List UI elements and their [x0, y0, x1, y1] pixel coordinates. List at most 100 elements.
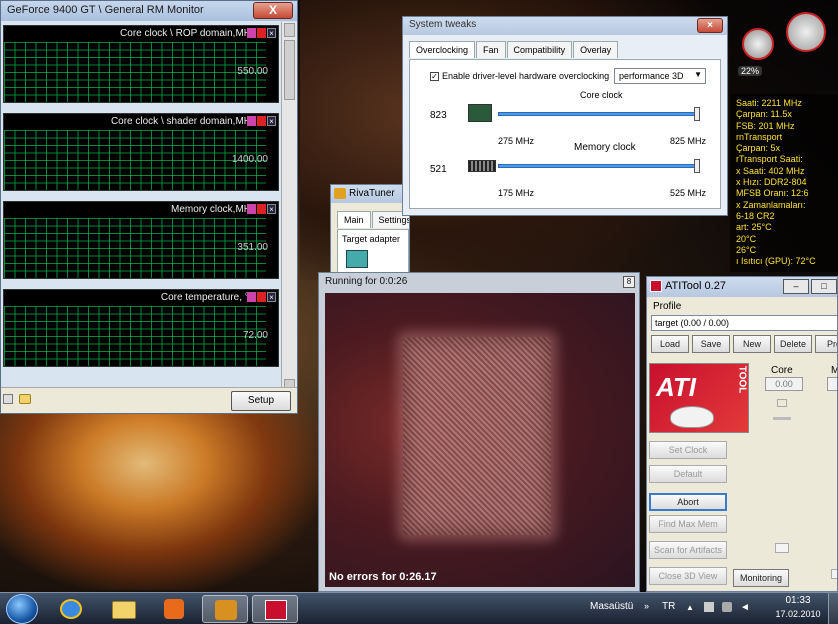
fur-cube — [403, 337, 551, 535]
target-adapter-label: Target adapter — [342, 234, 401, 244]
taskbar-media-player[interactable] — [150, 595, 196, 623]
new-button[interactable]: New — [733, 335, 771, 353]
overclocking-panel: ✓ Enable driver-level hardware overclock… — [409, 59, 721, 209]
atitool-icon — [650, 280, 662, 292]
memory-clock-min: 175 MHz — [498, 188, 535, 198]
scroll-arrow-icon[interactable] — [831, 569, 837, 579]
info-line: rTransport Saati: — [736, 154, 803, 165]
cpu-gauge-gadget: 22% — [736, 10, 832, 80]
show-desktop-button[interactable] — [828, 593, 838, 624]
minimize-button[interactable]: – — [783, 279, 809, 294]
info-line: x Saati: 402 MHz — [736, 165, 805, 176]
clock-date[interactable]: 17.02.2010 — [770, 609, 826, 619]
tab-fan[interactable]: Fan — [476, 41, 506, 58]
load-button[interactable]: Load — [651, 335, 689, 353]
gauge-dial-icon — [786, 12, 826, 52]
folder-icon — [112, 601, 136, 619]
gauge-dial-icon — [742, 28, 774, 60]
close-button[interactable]: × — [697, 18, 723, 33]
tab-compatibility[interactable]: Compatibility — [506, 41, 573, 58]
tab-main[interactable]: Main — [337, 211, 371, 228]
save-icon[interactable] — [3, 394, 13, 404]
start-button[interactable] — [6, 594, 38, 624]
graph-core-clock-shader: Core clock \ shader domain,MHz 1400.00 × — [3, 113, 279, 191]
core-clock-slider[interactable] — [498, 112, 700, 116]
save-button[interactable]: Save — [692, 335, 730, 353]
scroll-up-arrow[interactable] — [284, 23, 295, 37]
enable-overclocking-label: Enable driver-level hardware overclockin… — [442, 71, 610, 81]
rivatuner-icon — [215, 600, 237, 620]
core-clock-slider-thumb[interactable] — [694, 107, 700, 121]
scan-artifacts-button[interactable]: Scan for Artifacts — [649, 541, 727, 559]
monitoring-button[interactable]: Monitoring — [733, 569, 789, 587]
close-icon[interactable]: × — [267, 116, 276, 126]
core-value[interactable]: 0.00 — [765, 377, 803, 391]
close-button[interactable]: X — [253, 2, 293, 19]
abort-button[interactable]: Abort — [649, 493, 727, 511]
log-icon[interactable] — [257, 204, 266, 214]
profile-field[interactable]: target (0.00 / 0.00) — [651, 315, 837, 331]
taskbar-internet-explorer[interactable] — [48, 595, 94, 623]
tab-overclocking[interactable]: Overclocking — [409, 41, 476, 58]
enable-overclocking-checkbox[interactable]: ✓ — [430, 72, 439, 81]
graph-value: 72.00 — [242, 330, 268, 341]
core-slider-handle[interactable] — [777, 399, 787, 407]
log-icon[interactable] — [257, 116, 266, 126]
desktop-toolbar-label[interactable]: Masaüstü — [590, 601, 633, 612]
taskbar: Masaüstü » TR ▲ ◄ 01:33 17.02.2010 — [0, 592, 838, 624]
gpu-monitor-toolbar: Setup — [1, 387, 297, 413]
info-line: Çarpan: 11.5x — [736, 109, 792, 120]
3d-render-view[interactable]: No errors for 0:26.17 — [325, 293, 635, 587]
memory-clock-slider-thumb[interactable] — [694, 159, 700, 173]
show-hidden-icons[interactable]: ▲ — [686, 603, 694, 612]
close-icon[interactable]: × — [267, 292, 276, 302]
settings-icon[interactable] — [247, 204, 256, 214]
default-button[interactable]: Default — [649, 465, 727, 483]
graph-core-temperature: Core temperature, °C 72.00 × — [3, 289, 279, 367]
graph-title: Memory clock,MHz — [170, 204, 256, 215]
memory-clock-slider[interactable] — [498, 164, 700, 168]
maximize-button[interactable]: □ — [811, 279, 837, 294]
scroll-thumb[interactable] — [284, 40, 295, 100]
media-player-icon — [164, 599, 184, 619]
setup-button[interactable]: Setup — [231, 391, 291, 411]
memory-clock-value: 521 — [430, 164, 447, 175]
find-max-mem-button[interactable]: Find Max Mem — [649, 515, 727, 533]
core-clock-min: 275 MHz — [498, 136, 535, 146]
taskbar-explorer[interactable] — [100, 595, 146, 623]
taskbar-atitool[interactable] — [252, 595, 298, 623]
memory-label: M — [831, 365, 837, 376]
scrollbar[interactable] — [281, 22, 297, 394]
volume-icon[interactable]: ◄ — [740, 602, 750, 613]
settings-icon[interactable] — [247, 116, 256, 126]
log-icon[interactable] — [257, 292, 266, 302]
rivatuner-window: RivaTuner Main Settings Target adapter — [330, 184, 410, 280]
settings-icon[interactable] — [247, 28, 256, 38]
set-clock-button[interactable]: Set Clock — [649, 441, 727, 459]
folder-icon[interactable] — [19, 394, 31, 404]
toolbar-chevron-icon[interactable]: » — [644, 601, 649, 611]
memory-clock-max: 525 MHz — [670, 188, 707, 198]
profile-more-button[interactable]: Pro — [815, 335, 837, 353]
memory-value[interactable] — [827, 377, 837, 391]
flag-icon[interactable] — [704, 602, 714, 612]
restore-button[interactable]: 8 — [623, 276, 635, 288]
delete-button[interactable]: Delete — [774, 335, 812, 353]
core-slider[interactable] — [773, 417, 791, 420]
profile-label: Profile — [653, 301, 682, 312]
dropdown-icon[interactable] — [775, 543, 789, 553]
close-icon[interactable]: × — [267, 28, 276, 38]
close-3d-view-button[interactable]: Close 3D View — [649, 567, 727, 585]
clock-time[interactable]: 01:33 — [776, 595, 820, 606]
info-line: 20°C — [736, 233, 757, 244]
system-tray: Masaüstü » TR ▲ ◄ 01:33 17.02.2010 — [588, 593, 838, 624]
network-icon[interactable] — [722, 602, 732, 612]
tab-overlay[interactable]: Overlay — [573, 41, 619, 58]
profile-select[interactable]: performance 3D ▼ — [614, 68, 706, 84]
taskbar-rivatuner[interactable] — [202, 595, 248, 623]
log-icon[interactable] — [257, 28, 266, 38]
settings-icon[interactable] — [247, 292, 256, 302]
close-icon[interactable]: × — [267, 204, 276, 214]
language-indicator[interactable]: TR — [662, 601, 675, 612]
graph-core-clock-rop: Core clock \ ROP domain,MHz 550.00 × — [3, 25, 279, 103]
